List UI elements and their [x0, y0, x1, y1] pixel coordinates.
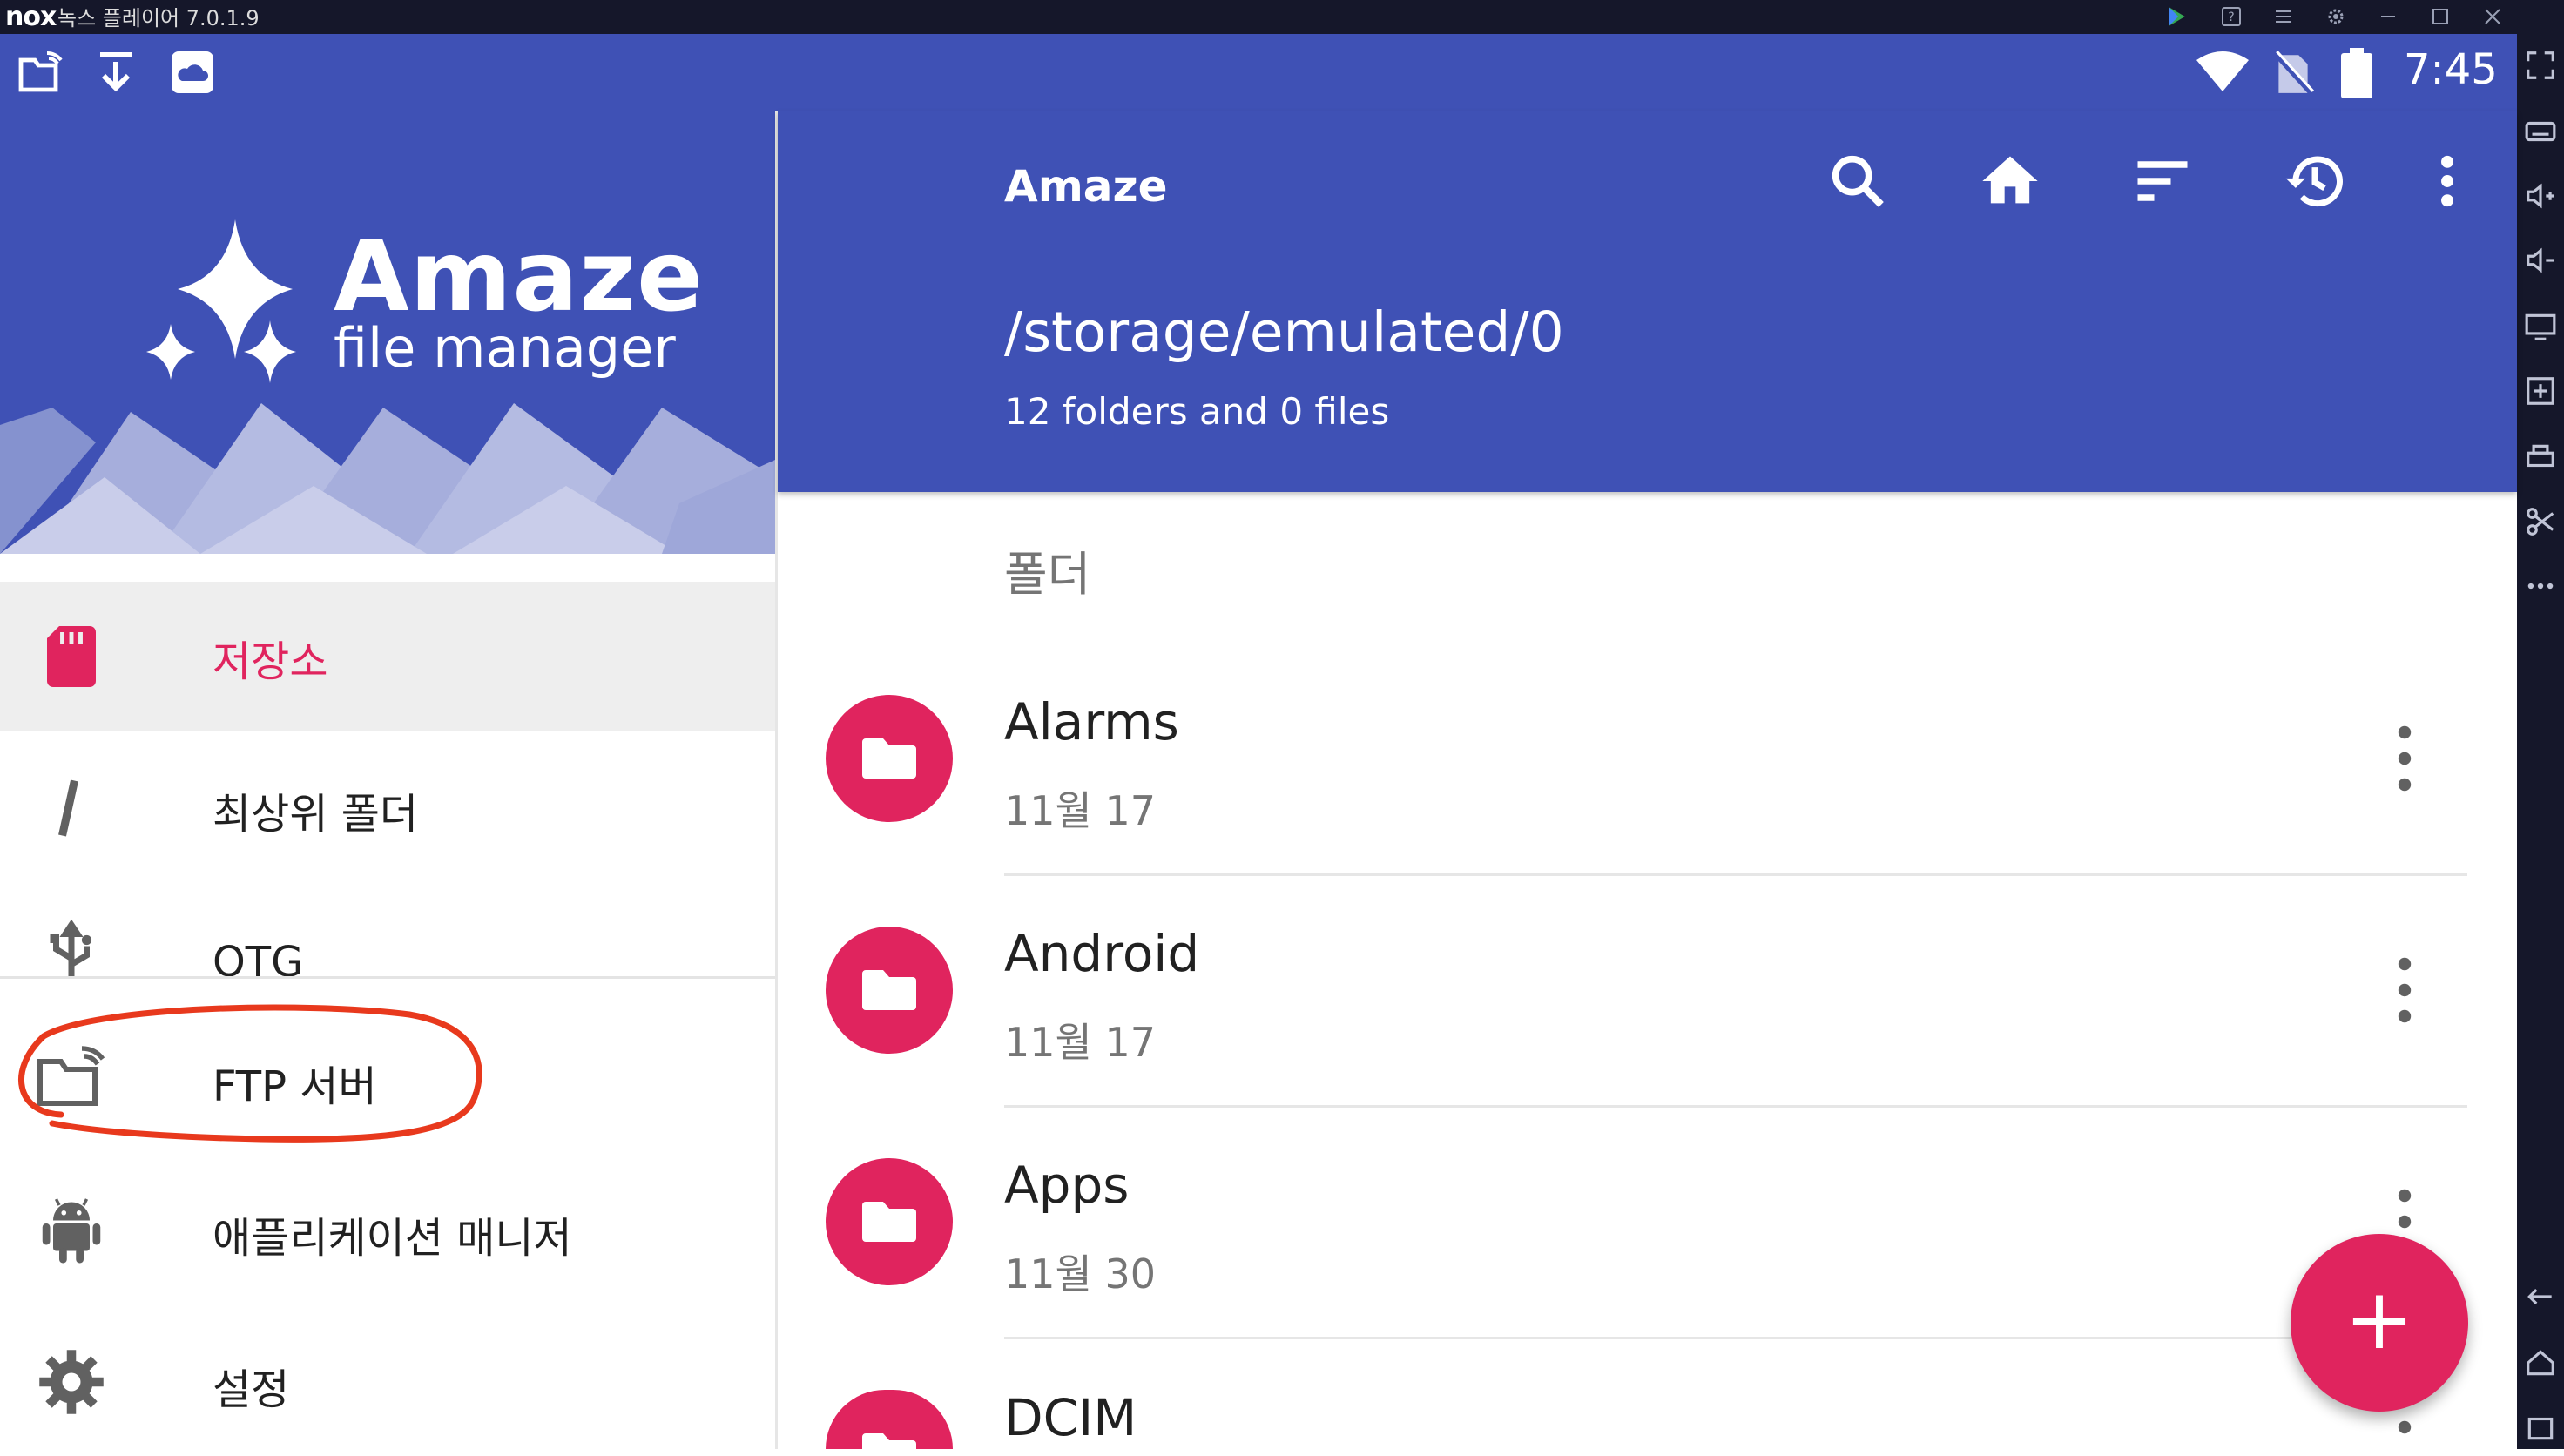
print-icon[interactable] [2524, 441, 2557, 474]
list-item[interactable] [778, 1107, 2517, 1338]
nav-label-root: 최상위 폴더 [213, 790, 419, 839]
nav-label-otg: OTG [213, 938, 304, 976]
search-icon[interactable] [1825, 148, 1891, 214]
help-icon[interactable]: ? [2217, 2, 2246, 31]
back-icon[interactable] [2524, 1280, 2557, 1313]
root-slash-icon [35, 772, 108, 845]
cloud-icon [169, 50, 218, 98]
history-icon[interactable] [2282, 148, 2348, 214]
drawer-divider [0, 976, 775, 979]
emulator-title: 녹스 플레이어 7.0.1.9 [57, 6, 260, 30]
android-icon [35, 1193, 108, 1266]
emulator-logo: nox [5, 2, 57, 32]
file-date: 11월 17 [1004, 787, 1157, 834]
ftp-folder-icon [17, 50, 66, 98]
file-name: Alarms [1004, 692, 1179, 752]
wifi-icon [2195, 50, 2249, 98]
nav-label-app-manager: 애플리케이션 매니저 [213, 1214, 572, 1263]
more-vert-icon[interactable] [2417, 148, 2478, 214]
plus-icon: + [2344, 1271, 2415, 1368]
download-icon [94, 50, 143, 98]
minimize-icon[interactable] [2373, 2, 2403, 31]
file-date: 11월 17 [1004, 1019, 1157, 1066]
annotation-highlight-circle [18, 1004, 482, 1143]
fullscreen-icon[interactable] [2524, 49, 2557, 82]
more-icon[interactable] [2524, 570, 2557, 603]
home-nav-icon[interactable] [2524, 1346, 2557, 1379]
menu-icon[interactable] [2269, 2, 2298, 31]
file-name: Android [1004, 924, 1200, 983]
close-icon[interactable] [2478, 2, 2507, 31]
settings-icon[interactable] [2321, 2, 2351, 31]
nav-label-settings: 설정 [213, 1365, 290, 1414]
nav-item-settings[interactable] [0, 1306, 775, 1456]
file-name: Apps [1004, 1156, 1130, 1215]
file-date: 11월 30 [1004, 1250, 1157, 1298]
scissors-icon[interactable] [2524, 505, 2557, 538]
play-icon[interactable] [2162, 2, 2191, 31]
folder-icon [826, 1158, 953, 1285]
list-item[interactable] [778, 875, 2517, 1107]
status-bar [0, 34, 2517, 111]
volume-down-icon[interactable] [2524, 244, 2557, 277]
brand-subtitle: file manager [334, 316, 676, 380]
file-name: DCIM [1004, 1388, 1137, 1447]
amaze-logo-sparkle-icon [146, 219, 296, 383]
no-sim-icon [2271, 50, 2320, 98]
home-icon[interactable] [1977, 148, 2043, 214]
nav-label-storage: 저장소 [213, 637, 328, 686]
battery-icon [2339, 48, 2388, 98]
app-title: Amaze [1004, 161, 1168, 212]
item-more-vert-icon[interactable] [2386, 1414, 2423, 1449]
gear-icon [35, 1345, 108, 1419]
folder-icon [826, 927, 953, 1054]
item-more-vert-icon[interactable] [2386, 719, 2423, 798]
volume-up-icon[interactable] [2524, 179, 2557, 212]
maximize-icon[interactable] [2426, 2, 2455, 31]
section-header: 폴더 [1004, 547, 1091, 602]
nav-item-otg[interactable] [0, 906, 775, 975]
folder-file-count: 12 folders and 0 files [1004, 390, 1390, 433]
svg-text:?: ? [2228, 10, 2234, 24]
item-more-vert-icon[interactable] [2386, 951, 2423, 1029]
folder-icon [826, 695, 953, 822]
add-fab-button[interactable]: + [2291, 1234, 2468, 1412]
current-path[interactable]: /storage/emulated/0 [1004, 300, 1564, 364]
usb-icon [35, 919, 108, 976]
clock: 7:45 [2404, 45, 2498, 94]
recents-icon[interactable] [2524, 1411, 2557, 1444]
add-apk-icon[interactable] [2524, 374, 2557, 408]
list-item[interactable] [778, 643, 2517, 874]
sort-icon[interactable] [2129, 148, 2196, 214]
sd-card-icon [35, 620, 108, 693]
nav-item-storage[interactable] [0, 582, 775, 731]
screen-icon[interactable] [2524, 310, 2557, 343]
keyboard-icon[interactable] [2524, 115, 2557, 148]
